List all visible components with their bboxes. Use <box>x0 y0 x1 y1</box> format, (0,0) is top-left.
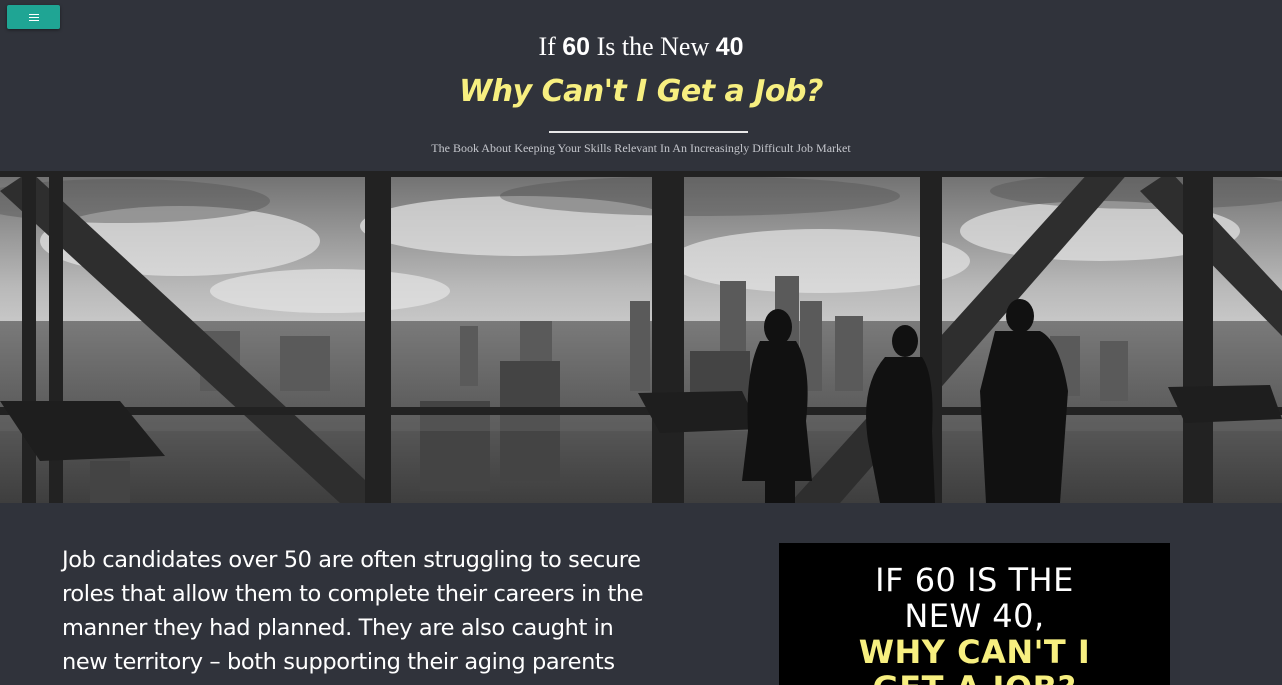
book-cover-image: IF 60 IS THE NEW 40, WHY CAN'T I GET A J… <box>779 543 1170 685</box>
site-title: If 60 Is the New 40 <box>0 32 1282 62</box>
title-words-is-the-new: Is the New <box>596 32 710 61</box>
header-divider <box>549 131 748 133</box>
title-word-if: If <box>538 32 556 61</box>
intro-paragraph: Job candidates over 50 are often struggl… <box>62 547 644 685</box>
hero-image <box>0 171 1282 503</box>
book-cover-line-4: GET A JOB? <box>779 670 1170 685</box>
book-cover-line-3: WHY CAN'T I <box>858 633 1091 671</box>
site-tagline: The Book About Keeping Your Skills Relev… <box>431 141 851 155</box>
title-number-40: 40 <box>715 33 744 61</box>
book-cover-line-2: NEW 40, <box>904 597 1045 635</box>
site-header: If 60 Is the New 40 Why Can't I Get a Jo… <box>0 0 1282 170</box>
title-number-60: 60 <box>562 33 591 61</box>
book-cover-line-1: IF 60 IS THE <box>875 561 1074 599</box>
site-subtitle: Why Can't I Get a Job? <box>459 74 823 109</box>
